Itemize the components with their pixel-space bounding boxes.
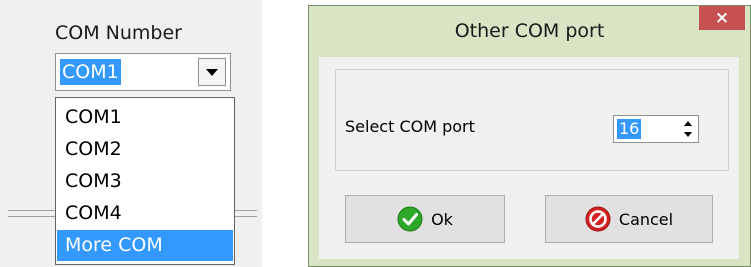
chevron-down-icon <box>206 68 218 76</box>
spin-arrows-icon[interactable] <box>684 119 694 139</box>
separator-line-right <box>235 210 257 211</box>
com-number-label: COM Number <box>55 22 182 44</box>
com-dropdown-list[interactable]: COM1 COM2 COM3 COM4 More COM <box>55 97 235 265</box>
dropdown-item-com3[interactable]: COM3 <box>57 166 233 197</box>
dropdown-item-com2[interactable]: COM2 <box>57 134 233 165</box>
dropdown-item-com1[interactable]: COM1 <box>57 102 233 133</box>
cancel-button-label: Cancel <box>618 209 674 229</box>
separator-line-left <box>8 210 56 211</box>
ok-button-label: Ok <box>431 209 453 229</box>
cancel-button[interactable]: Cancel <box>545 195 713 243</box>
com-number-panel: COM Number COM1 COM1 COM2 COM3 COM4 More… <box>0 0 262 267</box>
separator-line-right-2 <box>235 216 257 217</box>
dialog-title: Other COM port <box>454 20 605 42</box>
com-port-spinbox[interactable]: 16 <box>613 115 699 143</box>
no-entry-icon <box>585 206 611 232</box>
spin-up-icon[interactable] <box>684 121 692 126</box>
select-com-port-label: Select COM port <box>345 117 475 136</box>
com-number-combobox[interactable]: COM1 <box>55 53 231 91</box>
dropdown-item-more-com[interactable]: More COM <box>57 230 233 261</box>
ok-button[interactable]: Ok <box>345 195 505 243</box>
close-icon: × <box>714 8 730 28</box>
dialog-body: Select COM port 16 Ok Cancel <box>319 57 739 259</box>
close-button[interactable]: × <box>699 6 745 30</box>
spinbox-value[interactable]: 16 <box>617 119 642 139</box>
combo-selected-value[interactable]: COM1 <box>60 59 121 85</box>
dropdown-item-com4[interactable]: COM4 <box>57 198 233 229</box>
combo-dropdown-button[interactable] <box>198 58 226 86</box>
other-com-port-dialog: Other COM port × Select COM port 16 Ok C… <box>308 5 751 267</box>
separator-line-left-2 <box>8 216 56 217</box>
check-icon <box>397 206 423 232</box>
spin-down-icon[interactable] <box>684 132 692 137</box>
